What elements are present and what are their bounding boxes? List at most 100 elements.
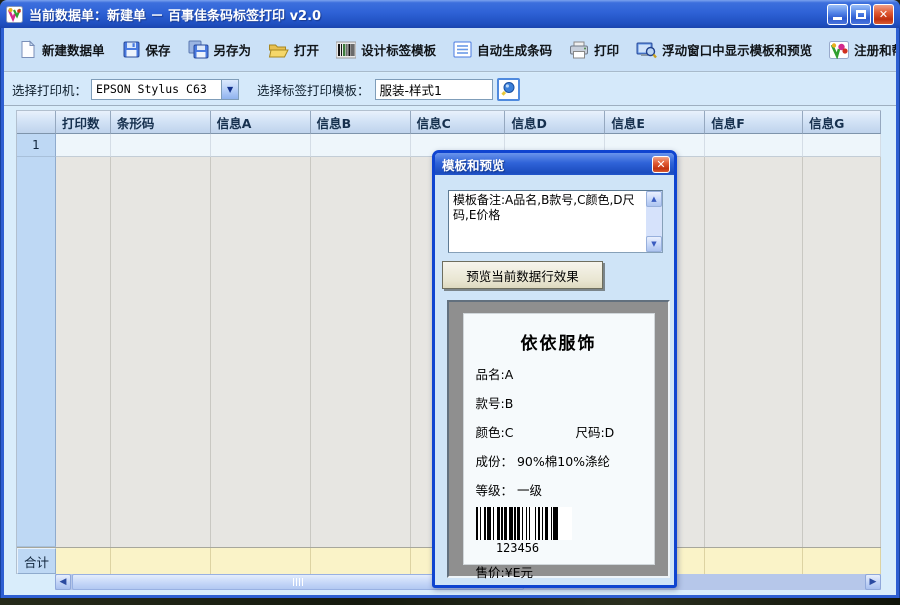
toolbar-label: 新建数据单 bbox=[42, 40, 105, 59]
barcode-icon bbox=[336, 41, 356, 59]
grid-cell[interactable] bbox=[705, 134, 803, 157]
chevron-down-icon[interactable]: ▼ bbox=[221, 80, 238, 99]
column-header[interactable]: 信息E bbox=[605, 111, 705, 134]
toolbar-button-register-help[interactable]: 注册和帮助 bbox=[829, 40, 896, 59]
column-header[interactable]: 信息F bbox=[705, 111, 803, 134]
dialog-close-button[interactable]: ✕ bbox=[652, 156, 670, 173]
toolbar-button-design-template[interactable]: 设计标签模板 bbox=[336, 40, 436, 59]
toolbar-label: 保存 bbox=[146, 40, 171, 59]
grid-cell[interactable] bbox=[211, 134, 311, 157]
window-title: 当前数据单：新建单 － 百事佳条码标签打印 v2.0 bbox=[29, 5, 321, 24]
printer-value: EPSON Stylus C63 bbox=[92, 82, 221, 96]
window-margin bbox=[4, 590, 896, 595]
toolbar-button-print[interactable]: 打印 bbox=[569, 40, 619, 59]
product-name-field: 品名:A bbox=[476, 364, 654, 383]
template-note-box[interactable]: 模板备注:A品名,B款号,C颜色,D尺码,E价格 ▲ ▼ bbox=[448, 190, 663, 253]
column-header[interactable]: 信息A bbox=[211, 111, 311, 134]
minimize-icon bbox=[833, 17, 842, 20]
note-scrollbar[interactable]: ▲ ▼ bbox=[646, 191, 662, 252]
printer-label: 选择打印机： bbox=[12, 80, 87, 99]
scroll-left-arrow[interactable]: ◀ bbox=[55, 574, 71, 590]
settings-bar: 选择打印机： EPSON Stylus C63 ▼ 选择标签打印模板： bbox=[4, 73, 896, 106]
total-cell bbox=[211, 548, 311, 574]
toolbar-button-open[interactable]: 打开 bbox=[268, 40, 319, 59]
label-preview-panel: 依依服饰 品名:A 款号:B 颜色:C 尺码:D 成份： 90%棉10%涤纶 等… bbox=[447, 300, 670, 578]
toolbar-button-save[interactable]: 保存 bbox=[122, 40, 171, 59]
column-header[interactable]: 条形码 bbox=[111, 111, 211, 134]
toolbar: 新建数据单 保存 另存为 bbox=[4, 28, 896, 72]
column-header[interactable]: 信息D bbox=[505, 111, 605, 134]
monitor-magnifier-icon bbox=[636, 41, 657, 59]
close-icon: ✕ bbox=[656, 159, 665, 170]
dialog-title: 模板和预览 bbox=[442, 155, 505, 174]
template-input[interactable] bbox=[375, 79, 493, 100]
total-cell bbox=[803, 548, 881, 574]
app-logo-icon bbox=[6, 6, 23, 23]
column-header[interactable]: 信息B bbox=[311, 111, 411, 134]
style-no-field: 款号:B bbox=[476, 393, 654, 412]
list-icon bbox=[453, 41, 472, 58]
price-field: 售价:¥E元 bbox=[476, 562, 654, 581]
scroll-down-arrow[interactable]: ▼ bbox=[646, 236, 662, 252]
template-preview-dialog: 模板和预览 ✕ 模板备注:A品名,B款号,C颜色,D尺码,E价格 ▲ ▼ 预览当… bbox=[432, 150, 677, 588]
dialog-titlebar: 模板和预览 ✕ bbox=[435, 153, 674, 175]
total-row-label: 合计 bbox=[17, 548, 56, 574]
grade-field: 等级： 一级 bbox=[476, 480, 654, 499]
save-icon bbox=[122, 40, 141, 59]
scroll-up-arrow[interactable]: ▲ bbox=[646, 191, 662, 207]
row-number[interactable]: 1 bbox=[17, 134, 56, 157]
register-help-icon bbox=[829, 41, 849, 59]
toolbar-button-float-preview[interactable]: 浮动窗口中显示模板和预览 bbox=[636, 40, 812, 59]
grid-header-row: 打印数 条形码 信息A 信息B 信息C 信息D 信息E 信息F 信息G bbox=[17, 111, 881, 134]
magnifier-icon bbox=[500, 81, 516, 97]
toolbar-label: 设计标签模板 bbox=[361, 40, 436, 59]
toolbar-button-auto-barcode[interactable]: 自动生成条码 bbox=[453, 40, 552, 59]
toolbar-button-new[interactable]: 新建数据单 bbox=[18, 40, 105, 59]
maximize-icon bbox=[856, 10, 866, 19]
label-preview-card: 依依服饰 品名:A 款号:B 颜色:C 尺码:D 成份： 90%棉10%涤纶 等… bbox=[463, 313, 655, 565]
total-cell bbox=[311, 548, 411, 574]
toolbar-label: 注册和帮助 bbox=[854, 40, 896, 59]
titlebar: 当前数据单：新建单 － 百事佳条码标签打印 v2.0 ✕ bbox=[0, 0, 900, 28]
total-cell bbox=[56, 548, 111, 574]
toolbar-label: 打印 bbox=[594, 40, 619, 59]
grid-cell[interactable] bbox=[111, 134, 211, 157]
column-header-corner[interactable] bbox=[17, 111, 56, 134]
total-cell bbox=[705, 548, 803, 574]
template-label: 选择标签打印模板： bbox=[257, 80, 370, 99]
grid-cell[interactable] bbox=[56, 134, 111, 157]
row-header-column bbox=[17, 157, 56, 547]
size-field: 尺码:D bbox=[575, 422, 614, 441]
toolbar-button-save-as[interactable]: 另存为 bbox=[188, 40, 252, 59]
new-document-icon bbox=[18, 40, 37, 59]
scroll-right-arrow[interactable]: ▶ bbox=[865, 574, 881, 590]
brand-name: 依依服饰 bbox=[464, 329, 654, 354]
open-folder-icon bbox=[268, 41, 289, 59]
column-header[interactable]: 信息G bbox=[803, 111, 881, 134]
barcode bbox=[476, 507, 572, 540]
maximize-button[interactable] bbox=[850, 4, 871, 25]
toolbar-label: 浮动窗口中显示模板和预览 bbox=[662, 40, 812, 59]
desktop-background bbox=[0, 598, 900, 605]
template-note-text: 模板备注:A品名,B款号,C颜色,D尺码,E价格 bbox=[453, 193, 635, 222]
material-field: 成份： 90%棉10%涤纶 bbox=[476, 451, 654, 470]
template-search-button[interactable] bbox=[497, 78, 520, 101]
minimize-button[interactable] bbox=[827, 4, 848, 25]
close-button[interactable]: ✕ bbox=[873, 4, 894, 25]
toolbar-label: 自动生成条码 bbox=[477, 40, 552, 59]
toolbar-label: 另存为 bbox=[214, 40, 252, 59]
printer-select[interactable]: EPSON Stylus C63 ▼ bbox=[91, 79, 239, 100]
dialog-body: 模板备注:A品名,B款号,C颜色,D尺码,E价格 ▲ ▼ 预览当前数据行效果 依… bbox=[435, 175, 674, 585]
close-icon: ✕ bbox=[879, 9, 888, 20]
printer-icon bbox=[569, 41, 589, 59]
column-header[interactable]: 打印数 bbox=[56, 111, 111, 134]
total-cell bbox=[111, 548, 211, 574]
grid-cell[interactable] bbox=[311, 134, 411, 157]
column-header[interactable]: 信息C bbox=[411, 111, 506, 134]
color-field: 颜色:C bbox=[476, 422, 514, 441]
toolbar-label: 打开 bbox=[294, 40, 319, 59]
grid-cell[interactable] bbox=[803, 134, 881, 157]
barcode-value: 123456 bbox=[464, 541, 572, 555]
save-as-icon bbox=[188, 40, 209, 59]
preview-current-row-button[interactable]: 预览当前数据行效果 bbox=[442, 261, 603, 289]
